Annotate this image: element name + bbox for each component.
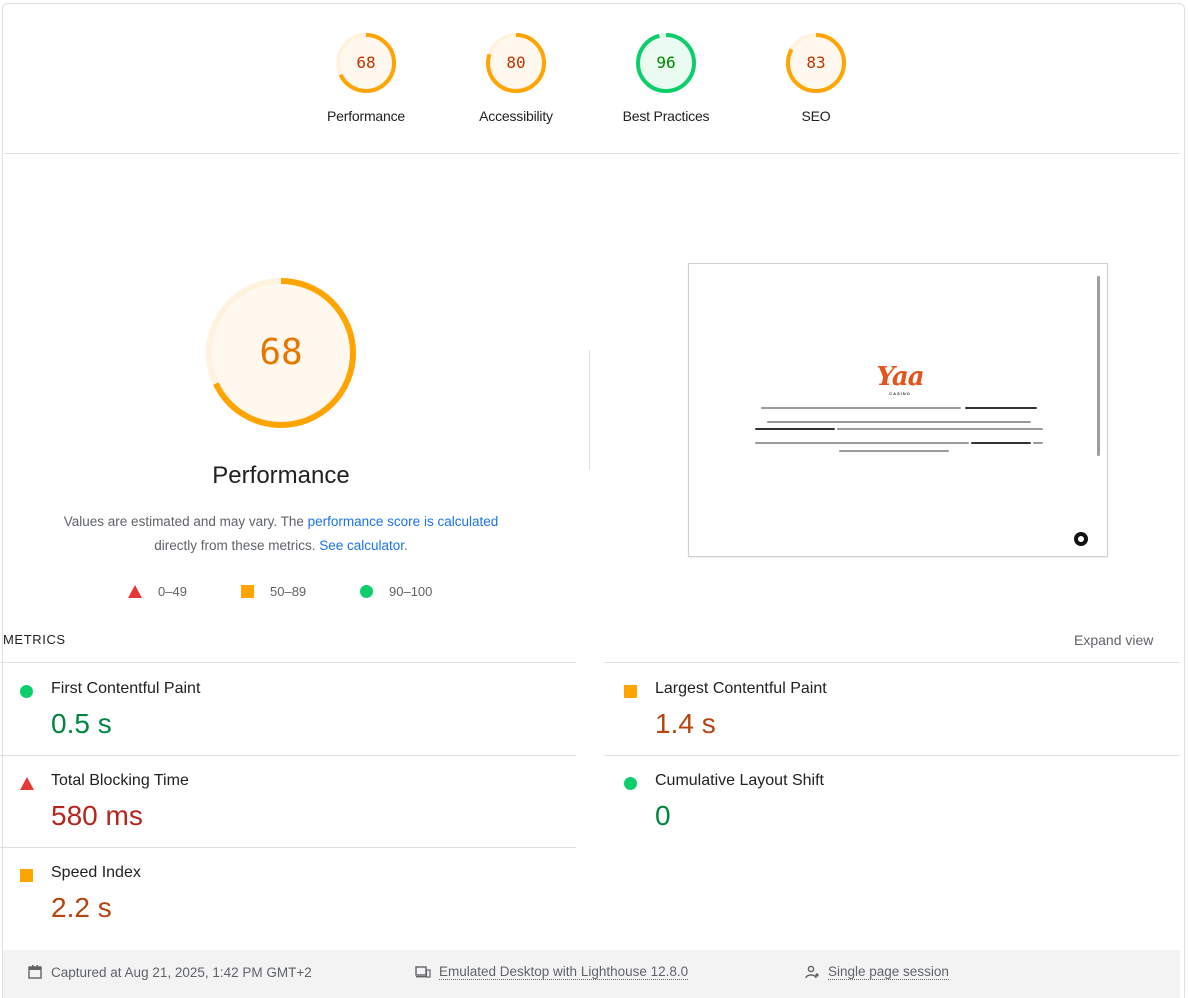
metric-value: 2.2 s (51, 892, 112, 923)
metric-value: 580 ms (51, 800, 143, 831)
text-line (755, 428, 835, 430)
circle-icon (20, 685, 33, 698)
gauge-label: Accessibility (479, 108, 553, 124)
site-logo: Yaa (876, 362, 924, 392)
performance-score: 68 (259, 332, 303, 373)
legend-fail: 0–49 (128, 584, 187, 599)
metric-divider (0, 662, 576, 663)
metric-value: 0 (655, 800, 671, 831)
metric-speed-index: Speed Index 2.2 s (0, 848, 560, 938)
site-logo-subtitle: CASINO (889, 391, 911, 396)
performance-description: Values are estimated and may vary. The p… (20, 510, 542, 558)
legend-average: 50–89 (241, 584, 306, 599)
metric-name: Largest Contentful Paint (655, 680, 827, 697)
metric-cumulative-layout-shift: Cumulative Layout Shift 0 (604, 756, 1164, 846)
calendar-icon (28, 965, 42, 979)
circle-icon (360, 585, 373, 598)
gauge-best-practices[interactable]: 96 Best Practices (606, 30, 726, 124)
performance-title: Performance (212, 462, 350, 489)
header-divider (4, 153, 1180, 154)
category-gauges: 68 Performance 80 Accessibility 96 Best … (0, 30, 1188, 140)
text-line (755, 442, 969, 444)
text-line (965, 407, 1037, 409)
metric-total-blocking-time: Total Blocking Time 580 ms (0, 756, 560, 846)
triangle-icon (20, 777, 34, 790)
captured-at: Captured at Aug 21, 2025, 1:42 PM GMT+2 (27, 964, 312, 980)
desc-text: . (404, 538, 408, 553)
gauge-accessibility[interactable]: 80 Accessibility (456, 30, 576, 124)
metric-name: First Contentful Paint (51, 680, 201, 697)
legend-pass: 90–100 (360, 584, 432, 599)
metric-value: 1.4 s (655, 708, 716, 739)
text-line (1033, 442, 1043, 444)
triangle-icon (128, 585, 142, 598)
vertical-separator (589, 350, 590, 470)
legend-label: 50–89 (270, 584, 307, 599)
metric-first-contentful-paint: First Contentful Paint 0.5 s (0, 664, 560, 754)
text-line (767, 421, 1031, 423)
metric-divider (604, 662, 1180, 663)
runtime-settings-footer: Captured at Aug 21, 2025, 1:42 PM GMT+2 … (3, 950, 1180, 998)
gauge-performance[interactable]: 68 Performance (306, 30, 426, 124)
emulated-text[interactable]: Emulated Desktop with Lighthouse 12.8.0 (439, 964, 689, 980)
score-calculated-link[interactable]: performance score is calculated (308, 514, 499, 529)
metrics-header: METRICS (3, 632, 66, 647)
desc-text: Values are estimated and may vary. The (63, 514, 308, 529)
see-calculator-link[interactable]: See calculator (319, 538, 404, 553)
desc-text: directly from these metrics. (154, 538, 320, 553)
emulated-device[interactable]: Emulated Desktop with Lighthouse 12.8.0 (415, 964, 689, 980)
gauge-score: 68 (356, 53, 376, 72)
thumbnail-scrollbar (1097, 276, 1100, 456)
gauge-label: Performance (327, 108, 405, 124)
expand-view-button[interactable]: Expand view (1074, 632, 1153, 648)
square-icon (20, 869, 33, 882)
metric-value: 0.5 s (51, 708, 112, 739)
circle-icon (624, 777, 637, 790)
gauge-seo[interactable]: 83 SEO (756, 30, 876, 124)
session-text[interactable]: Single page session (828, 964, 949, 980)
gauge-score: 96 (656, 53, 676, 72)
gauge-label: SEO (801, 108, 831, 124)
chat-bubble-icon (1074, 532, 1088, 546)
text-line (761, 407, 961, 409)
gauge-score: 83 (806, 53, 826, 72)
square-icon (624, 685, 637, 698)
score-legend: 0–49 50–89 90–100 (0, 584, 560, 604)
metric-name: Total Blocking Time (51, 772, 189, 789)
devices-icon (415, 966, 431, 978)
gauge-label: Best Practices (622, 108, 710, 124)
captured-text: Captured at Aug 21, 2025, 1:42 PM GMT+2 (51, 964, 312, 980)
gauge-score: 80 (506, 53, 526, 72)
text-line (839, 450, 949, 452)
text-line (971, 442, 1031, 444)
performance-gauge-large: 68 (196, 276, 366, 446)
square-icon (241, 585, 254, 598)
legend-label: 0–49 (158, 584, 187, 599)
metric-largest-contentful-paint: Largest Contentful Paint 1.4 s (604, 664, 1164, 754)
session-icon (805, 965, 819, 979)
metric-name: Cumulative Layout Shift (655, 772, 824, 789)
session-type[interactable]: Single page session (804, 964, 949, 980)
legend-label: 90–100 (389, 584, 433, 599)
metric-name: Speed Index (51, 864, 141, 881)
final-screenshot[interactable]: Yaa CASINO (688, 263, 1108, 557)
text-line (837, 428, 1043, 430)
